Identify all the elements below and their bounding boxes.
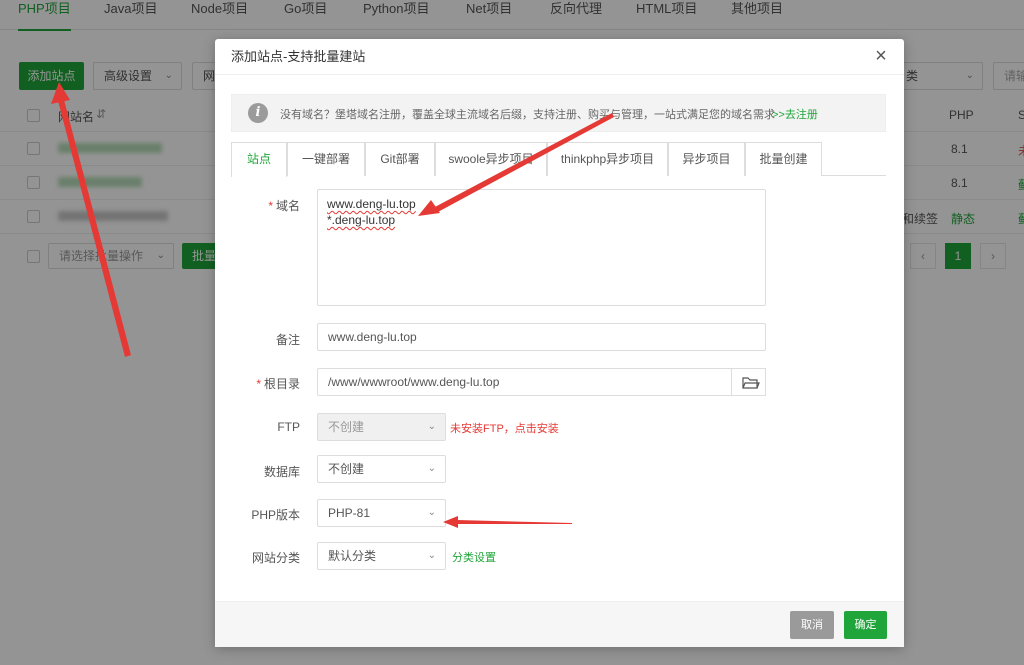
database-select[interactable]: 不创建 ⌄ — [317, 455, 446, 483]
install-ftp-link[interactable]: 未安装FTP，点击安装 — [450, 420, 559, 436]
ftp-label: FTP — [277, 420, 300, 434]
domain-textarea[interactable]: www.deng-lu.top *.deng-lu.top — [317, 189, 766, 306]
chevron-down-icon: ⌄ — [427, 463, 436, 474]
confirm-button[interactable]: 确定 — [844, 611, 887, 639]
folder-icon[interactable] — [731, 368, 766, 396]
database-select-value: 不创建 — [328, 462, 365, 476]
info-icon: i — [248, 103, 268, 123]
tab-batch-create[interactable]: 批量创建 — [745, 142, 822, 176]
chevron-down-icon: ⌄ — [427, 507, 436, 518]
tab-git-deploy[interactable]: Git部署 — [365, 142, 435, 176]
chevron-down-icon: ⌄ — [427, 550, 436, 561]
chevron-down-icon: ⌄ — [427, 421, 436, 432]
category-select[interactable]: 默认分类 ⌄ — [317, 542, 446, 570]
database-label: 数据库 — [263, 465, 300, 479]
category-settings-link[interactable]: 分类设置 — [452, 549, 496, 565]
dialog-tabs: 站点 一键部署 Git部署 swoole异步项目 thinkphp异步项目 异步… — [231, 142, 886, 177]
promo-text: 没有域名？堡塔域名注册，覆盖全球主流域名后缀，支持注册、购买与管理，一站式满足您… — [280, 109, 775, 121]
close-icon[interactable]: × — [872, 46, 890, 66]
add-site-dialog: 添加站点-支持批量建站 × i 没有域名？堡塔域名注册，覆盖全球主流域名后缀，支… — [215, 39, 904, 647]
tab-site[interactable]: 站点 — [231, 142, 287, 177]
root-dir-input[interactable]: /www/wwwroot/www.deng-lu.top — [317, 368, 732, 396]
tab-thinkphp-async[interactable]: thinkphp异步项目 — [547, 142, 668, 176]
domain-label: * 域名 — [268, 199, 300, 213]
cancel-button[interactable]: 取消 — [790, 611, 834, 639]
tab-async-project[interactable]: 异步项目 — [668, 142, 745, 176]
remark-label: 备注 — [275, 333, 300, 347]
tab-swoole-async[interactable]: swoole异步项目 — [435, 142, 547, 176]
category-label: 网站分类 — [251, 551, 300, 565]
php-version-label: PHP版本 — [251, 508, 300, 522]
php-version-value: PHP-81 — [328, 506, 371, 520]
dialog-footer: 取消 确定 — [215, 601, 904, 647]
root-dir-label: * 根目录 — [256, 377, 300, 391]
domain-line: *.deng-lu.top — [327, 213, 396, 227]
domain-promo-notice: i 没有域名？堡塔域名注册，覆盖全球主流域名后缀，支持注册、购买与管理，一站式满… — [231, 94, 886, 132]
remark-input[interactable]: www.deng-lu.top — [317, 323, 766, 351]
dialog-title: 添加站点-支持批量建站 — [215, 39, 904, 75]
php-version-select[interactable]: PHP-81 ⌄ — [317, 499, 446, 527]
ftp-select-value: 不创建 — [328, 420, 365, 434]
tab-one-click-deploy[interactable]: 一键部署 — [287, 142, 365, 176]
register-link[interactable]: >>去注册 — [772, 106, 818, 122]
ftp-select: 不创建 ⌄ — [317, 413, 446, 441]
domain-line: www.deng-lu.top — [327, 197, 416, 211]
category-select-value: 默认分类 — [328, 549, 377, 563]
